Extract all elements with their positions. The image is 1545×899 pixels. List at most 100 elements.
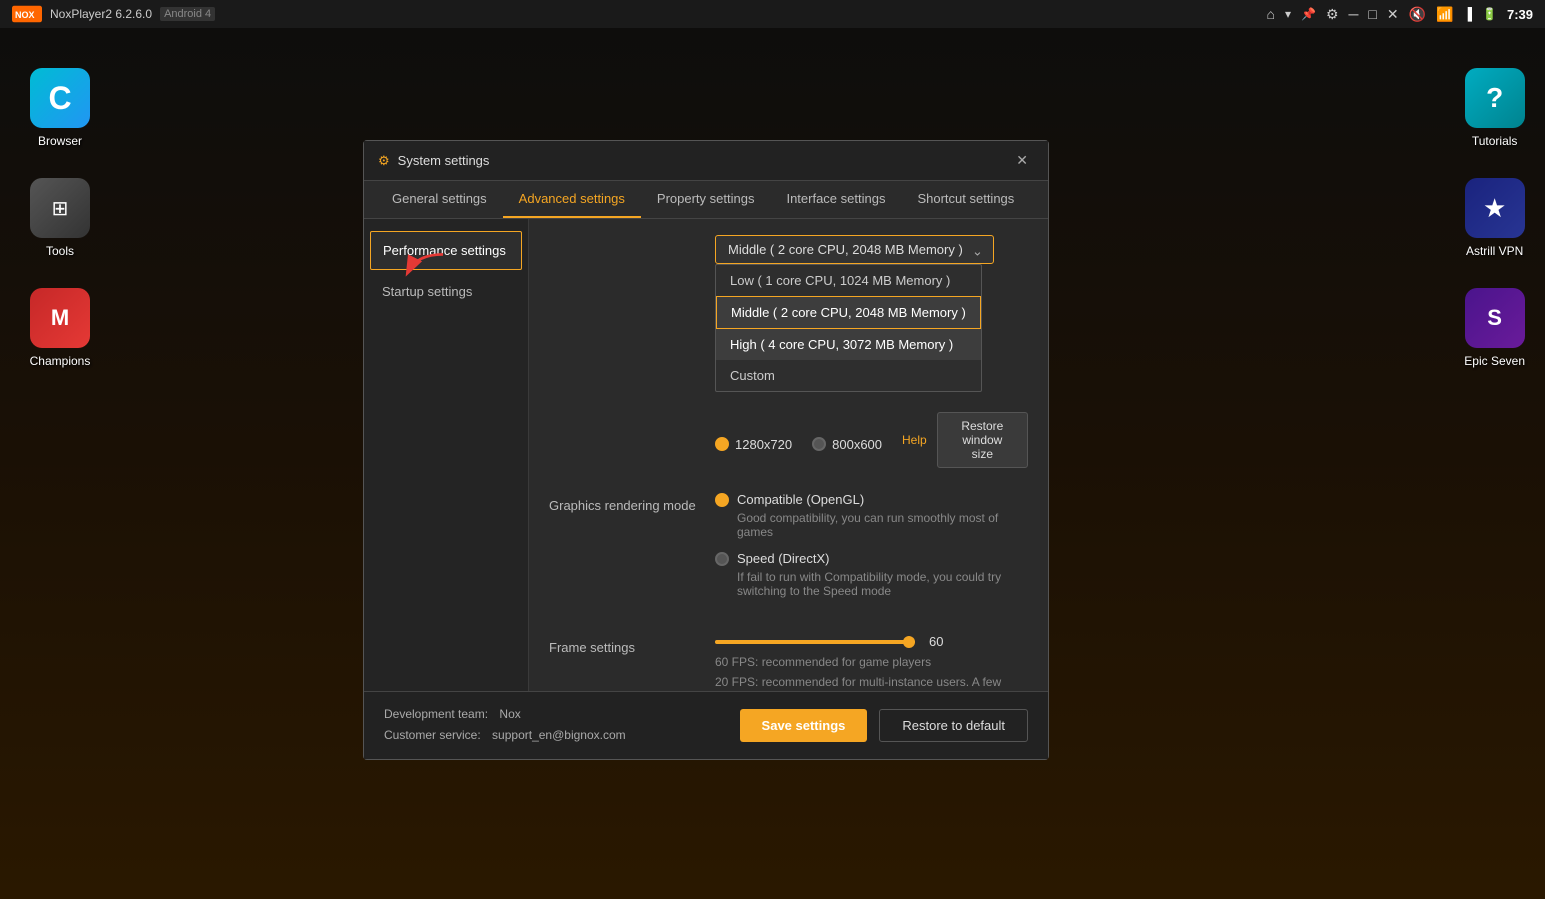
browser-label: Browser <box>38 134 82 148</box>
frame-slider-container: 60 <box>715 634 1028 649</box>
graphics-label-speed: Speed (DirectX) <box>737 551 829 566</box>
frame-label: Frame settings <box>549 634 699 655</box>
graphics-desc-speed: If fail to run with Compatibility mode, … <box>737 570 1028 598</box>
app-icon-browser[interactable]: C Browser <box>30 68 90 148</box>
help-link[interactable]: Help <box>902 433 927 447</box>
graphics-radio-speed[interactable] <box>715 552 729 566</box>
footer-info: Development team: Nox Customer service: … <box>384 704 626 747</box>
app-icon-tutorials[interactable]: ? Tutorials <box>1465 68 1525 148</box>
app-icon-champions[interactable]: M Champions <box>30 288 91 368</box>
pin-icon[interactable]: 📌 <box>1301 7 1316 21</box>
graphics-label: Graphics rendering mode <box>549 492 699 513</box>
gear-icon[interactable]: ⚙ <box>1326 6 1339 23</box>
maximize-icon[interactable]: □ <box>1368 6 1376 22</box>
tutorials-app-icon: ? <box>1465 68 1525 128</box>
champions-label: Champions <box>30 354 91 368</box>
champions-icon: M <box>30 288 90 348</box>
topbar-right: ⌂ ▾ 📌 ⚙ ─ □ ✕ 🔇 📶 ▐ 🔋 7:39 <box>1266 6 1533 23</box>
right-icon-tray: ? Tutorials ★ Astrill VPN S Epic Seven <box>1464 68 1525 368</box>
support-row: Customer service: support_en@bignox.com <box>384 725 626 747</box>
desktop-area: C Browser ⊞ Tools M Champions ? <box>0 28 1545 899</box>
app-icon-tools[interactable]: ⊞ Tools <box>30 178 90 258</box>
resolution-label-1280: 1280x720 <box>735 437 792 452</box>
tab-interface[interactable]: Interface settings <box>770 181 901 218</box>
app-icon-astrill[interactable]: ★ Astrill VPN <box>1465 178 1525 258</box>
epic-app-icon: S <box>1465 288 1525 348</box>
performance-row: Middle ( 2 core CPU, 2048 MB Memory ) Lo… <box>549 235 1028 468</box>
tab-property[interactable]: Property settings <box>641 181 771 218</box>
nox-logo-icon: NOX <box>12 5 42 23</box>
wifi-icon: 📶 <box>1436 6 1453 23</box>
modal-header: ⚙ System settings ✕ <box>364 141 1048 181</box>
resolution-800x600[interactable]: 800x600 <box>812 437 882 452</box>
left-icon-tray: C Browser ⊞ Tools M Champions <box>0 28 120 899</box>
graphics-radio-compatible[interactable] <box>715 493 729 507</box>
signal-icon: ▐ <box>1464 7 1473 21</box>
frame-slider-thumb[interactable] <box>903 636 915 648</box>
tools-icon: ⊞ <box>30 178 90 238</box>
frame-slider-fill <box>715 640 915 644</box>
battery-icon: 🔋 <box>1482 7 1497 21</box>
save-settings-button[interactable]: Save settings <box>740 709 868 742</box>
gear-settings-icon: ⚙ <box>378 153 390 169</box>
resolution-radio-dot-1280 <box>715 437 729 451</box>
topbar-left: NOX NoxPlayer2 6.2.6.0 Android 4 <box>12 5 215 23</box>
modal-footer: Development team: Nox Customer service: … <box>364 691 1048 759</box>
dropdown-option-middle[interactable]: Middle ( 2 core CPU, 2048 MB Memory ) <box>716 296 981 329</box>
cpu-memory-dropdown-container: Middle ( 2 core CPU, 2048 MB Memory ) Lo… <box>715 235 1028 264</box>
frame-desc1: 60 FPS: recommended for game players <box>715 655 1028 669</box>
resolution-label-800: 800x600 <box>832 437 882 452</box>
restore-default-button[interactable]: Restore to default <box>879 709 1028 742</box>
cpu-memory-dropdown[interactable]: Middle ( 2 core CPU, 2048 MB Memory ) <box>715 235 994 264</box>
tab-general[interactable]: General settings <box>376 181 503 218</box>
astrill-app-icon: ★ <box>1465 178 1525 238</box>
graphics-row: Graphics rendering mode Compatible (Open… <box>549 492 1028 610</box>
frame-control: 60 60 FPS: recommended for game players … <box>715 634 1028 691</box>
astrill-label: Astrill VPN <box>1466 244 1523 258</box>
restore-window-button[interactable]: Restore window size <box>937 412 1028 468</box>
modal-sidebar: Performance settings Startup settings <box>364 219 529 691</box>
performance-label <box>549 235 699 241</box>
browser-icon: C <box>30 68 90 128</box>
dev-label: Development team: <box>384 707 488 721</box>
modal-close-button[interactable]: ✕ <box>1010 148 1034 173</box>
clock: 7:39 <box>1507 7 1533 22</box>
android-tag: Android 4 <box>160 7 215 21</box>
system-settings-modal: ⚙ System settings ✕ General settings Adv… <box>363 140 1049 760</box>
desktop: NOX NoxPlayer2 6.2.6.0 Android 4 ⌂ ▾ 📌 ⚙… <box>0 0 1545 899</box>
modal-body: Performance settings Startup settings Mi… <box>364 219 1048 691</box>
app-icon-epic[interactable]: S Epic Seven <box>1464 288 1525 368</box>
resolution-1280x720[interactable]: 1280x720 <box>715 437 792 452</box>
close-window-icon[interactable]: ✕ <box>1387 6 1399 23</box>
dropdown-icon[interactable]: ▾ <box>1285 7 1291 21</box>
tools-label: Tools <box>46 244 74 258</box>
minimize-icon[interactable]: ─ <box>1349 6 1359 22</box>
tab-advanced[interactable]: Advanced settings <box>503 181 641 218</box>
graphics-desc-compatible: Good compatibility, you can run smoothly… <box>737 511 1028 539</box>
red-arrow-indicator <box>398 250 453 285</box>
modal-content-area: Middle ( 2 core CPU, 2048 MB Memory ) Lo… <box>529 219 1048 691</box>
rendering-compatible: Compatible (OpenGL) Good compatibility, … <box>715 492 1028 539</box>
topbar: NOX NoxPlayer2 6.2.6.0 Android 4 ⌂ ▾ 📌 ⚙… <box>0 0 1545 28</box>
frame-desc2: 20 FPS: recommended for multi-instance u… <box>715 675 1028 691</box>
rendering-compatible-header: Compatible (OpenGL) <box>715 492 1028 507</box>
dropdown-option-custom[interactable]: Custom <box>716 360 981 391</box>
modal-title-text: System settings <box>398 153 490 168</box>
resolution-radio-group: 1280x720 800x600 <box>715 437 882 452</box>
support-label: Customer service: <box>384 728 481 742</box>
performance-control: Middle ( 2 core CPU, 2048 MB Memory ) Lo… <box>715 235 1028 468</box>
tab-shortcut[interactable]: Shortcut settings <box>901 181 1030 218</box>
dropdown-option-low[interactable]: Low ( 1 core CPU, 1024 MB Memory ) <box>716 265 981 296</box>
mute-icon: 🔇 <box>1409 6 1426 23</box>
rendering-speed-header: Speed (DirectX) <box>715 551 1028 566</box>
frame-slider-track <box>715 640 915 644</box>
dev-value: Nox <box>499 707 520 721</box>
frame-value: 60 <box>929 634 959 649</box>
home-icon[interactable]: ⌂ <box>1266 6 1274 22</box>
resolution-radio-dot-800 <box>812 437 826 451</box>
frame-row: Frame settings 60 60 FPS: recommended fo… <box>549 634 1028 691</box>
dropdown-menu: Low ( 1 core CPU, 1024 MB Memory ) Middl… <box>715 264 982 392</box>
graphics-control: Compatible (OpenGL) Good compatibility, … <box>715 492 1028 610</box>
rendering-speed: Speed (DirectX) If fail to run with Comp… <box>715 551 1028 598</box>
dropdown-option-high[interactable]: High ( 4 core CPU, 3072 MB Memory ) <box>716 329 981 360</box>
